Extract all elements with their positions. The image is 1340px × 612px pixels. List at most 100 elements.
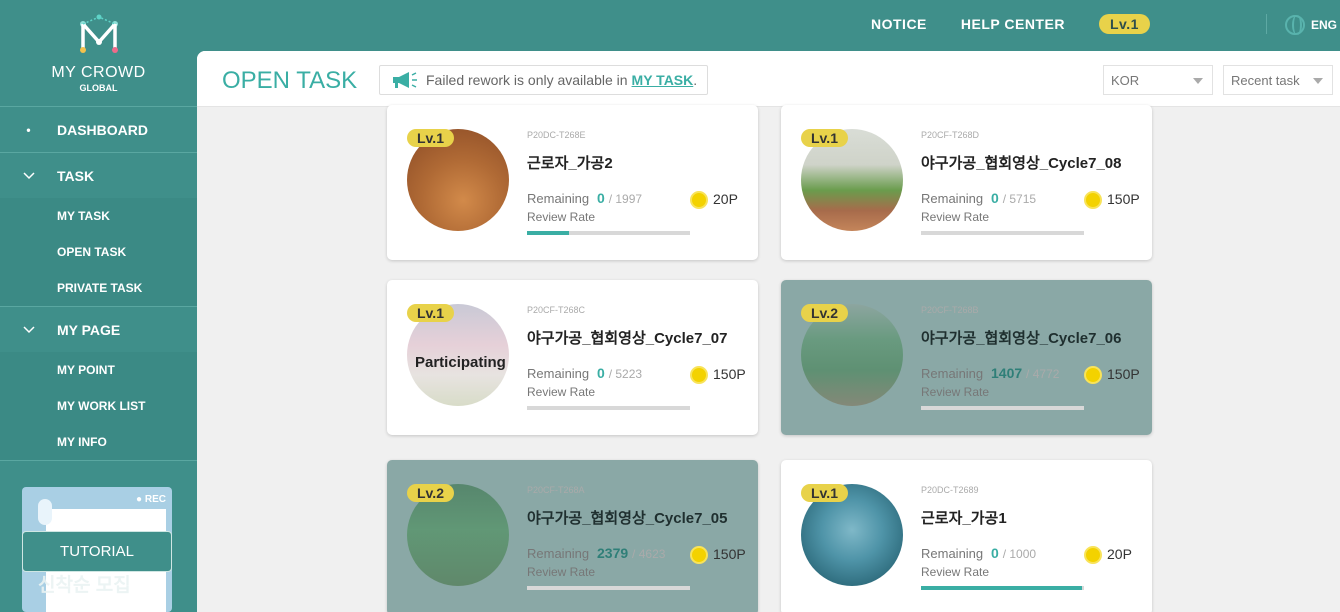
level-badge: Lv.2 [801, 304, 848, 322]
page-title: OPEN TASK [222, 67, 358, 94]
task-code: P20CF-T268D [921, 130, 980, 140]
task-title: 근로자_가공1 [921, 510, 1007, 527]
level-badge: Lv.1 [407, 129, 454, 147]
sidebar-item-my-task[interactable]: MY TASK [0, 198, 197, 234]
caret-down-icon [1313, 78, 1323, 84]
tutorial-banner-text: 신착순 모집 [38, 575, 131, 596]
globe-icon [1285, 15, 1305, 35]
sidebar: MY CROWD GLOBAL • DASHBOARD TASK MY TASK… [0, 0, 197, 612]
language-label: ENG [1311, 18, 1338, 32]
task-card[interactable]: Lv.2 P20CF-T268A 야구가공_협회영상_Cycle7_05 Rem… [387, 460, 758, 612]
app-name: MY CROWD [51, 64, 146, 81]
review-rate-bar [527, 231, 690, 235]
sidebar-item-private-task[interactable]: PRIVATE TASK [0, 270, 197, 306]
top-divider [1266, 14, 1267, 34]
remaining-label: Remaining [527, 191, 590, 206]
remaining-label: Remaining [921, 546, 984, 561]
coin-icon [1084, 191, 1102, 209]
rec-label: ● REC [136, 494, 166, 505]
sidebar-item-my-work-list[interactable]: MY WORK LIST [0, 388, 197, 424]
sort-select-value: Recent task [1231, 72, 1300, 88]
page-header: OPEN TASK Failed rework is only availabl… [197, 51, 1340, 107]
task-card[interactable]: Lv.2 P20CF-T268B 야구가공_협회영상_Cycle7_06 Rem… [781, 280, 1152, 435]
coin-icon [1084, 546, 1102, 564]
remaining-label: Remaining [527, 366, 590, 381]
caret-down-icon [1193, 78, 1203, 84]
microphone-icon [38, 499, 52, 525]
chevron-down-icon [0, 169, 57, 183]
sidebar-item-my-page[interactable]: MY PAGE [0, 306, 197, 352]
app-subtitle: GLOBAL [79, 83, 118, 93]
task-title: 야구가공_협회영상_Cycle7_08 [921, 155, 1122, 172]
my-crowd-logo-icon [75, 12, 123, 56]
sidebar-item-label: DASHBOARD [57, 121, 148, 138]
sidebar-item-task[interactable]: TASK [0, 152, 197, 198]
chevron-down-icon [0, 323, 57, 337]
task-code: P20CF-T268A [527, 485, 585, 495]
points-value: 150P [713, 366, 746, 382]
rework-notice: Failed rework is only available in MY TA… [379, 65, 708, 95]
coin-icon [1084, 366, 1102, 384]
task-card[interactable]: Lv.1 P20DC-T2689 근로자_가공1 Remaining 0 / 1… [781, 460, 1152, 612]
sidebar-menu: • DASHBOARD TASK MY TASK OPEN TASK PRIVA… [0, 106, 197, 461]
top-nav: NOTICE HELP CENTER Lv.1 [871, 14, 1150, 34]
tutorial-button[interactable]: TUTORIAL [22, 531, 172, 572]
review-rate-label: Review Rate [921, 565, 990, 579]
language-switcher[interactable]: ENG [1285, 15, 1337, 35]
sidebar-item-dashboard[interactable]: • DASHBOARD [0, 106, 197, 152]
my-task-link[interactable]: MY TASK [632, 72, 694, 88]
task-code: P20CF-T268C [527, 305, 586, 315]
review-rate-bar [527, 406, 690, 410]
level-badge: Lv.2 [407, 484, 454, 502]
coin-icon [690, 366, 708, 384]
remaining-label: Remaining [527, 546, 590, 561]
review-rate-bar [921, 231, 1084, 235]
points-value: 150P [1107, 191, 1140, 207]
sidebar-item-label: TASK [57, 167, 95, 184]
coin-icon [690, 546, 708, 564]
review-rate-fill [527, 231, 570, 235]
points-value: 20P [713, 191, 738, 207]
main-panel: OPEN TASK Failed rework is only availabl… [197, 51, 1340, 612]
remaining-value: 0 / 1000 [991, 545, 1037, 561]
remaining-value: 0 / 5715 [991, 190, 1037, 206]
my-page-submenu: MY POINT MY WORK LIST MY INFO [0, 352, 197, 460]
review-rate-label: Review Rate [921, 210, 990, 224]
sort-select[interactable]: Recent task [1223, 65, 1333, 95]
notice-link[interactable]: NOTICE [871, 16, 927, 32]
help-center-link[interactable]: HELP CENTER [961, 16, 1065, 32]
level-badge: Lv.1 [407, 304, 454, 322]
review-rate-bar [921, 586, 1084, 590]
task-card[interactable]: Lv.1 Participating P20CF-T268C 야구가공_협회영상… [387, 280, 758, 435]
review-rate-label: Review Rate [527, 385, 596, 399]
remaining-value: 0 / 1997 [597, 190, 643, 206]
language-select[interactable]: KOR [1103, 65, 1213, 95]
task-code: P20DC-T268E [527, 130, 586, 140]
remaining-value: 2379 / 4623 [597, 545, 666, 561]
notice-text: Failed rework is only available in [426, 72, 628, 88]
language-select-value: KOR [1111, 72, 1140, 88]
task-card[interactable]: Lv.1 P20CF-T268D 야구가공_협회영상_Cycle7_08 Rem… [781, 105, 1152, 260]
level-badge: Lv.1 [801, 129, 848, 147]
remaining-value: 0 / 5223 [597, 365, 643, 381]
level-badge: Lv.1 [801, 484, 848, 502]
logo[interactable]: MY CROWD GLOBAL [0, 12, 197, 93]
review-rate-label: Review Rate [527, 210, 596, 224]
task-title: 야구가공_협회영상_Cycle7_07 [527, 330, 728, 347]
task-card[interactable]: Lv.1 P20DC-T268E 근로자_가공2 Remaining 0 / 1… [387, 105, 758, 260]
points-value: 150P [1107, 366, 1140, 382]
notice-period: . [693, 72, 698, 88]
review-rate-fill [921, 586, 1083, 590]
bullet-icon: • [26, 122, 31, 137]
sidebar-item-open-task[interactable]: OPEN TASK [0, 234, 197, 270]
task-title: 야구가공_협회영상_Cycle7_06 [921, 330, 1122, 347]
review-rate-bar [527, 586, 690, 590]
task-submenu: MY TASK OPEN TASK PRIVATE TASK [0, 198, 197, 306]
user-level-badge: Lv.1 [1098, 14, 1150, 34]
sidebar-divider [0, 460, 197, 461]
remaining-label: Remaining [921, 191, 984, 206]
sidebar-item-label: MY PAGE [57, 321, 121, 338]
sidebar-item-my-point[interactable]: MY POINT [0, 352, 197, 388]
sidebar-item-my-info[interactable]: MY INFO [0, 424, 197, 460]
points-value: 150P [713, 546, 746, 562]
